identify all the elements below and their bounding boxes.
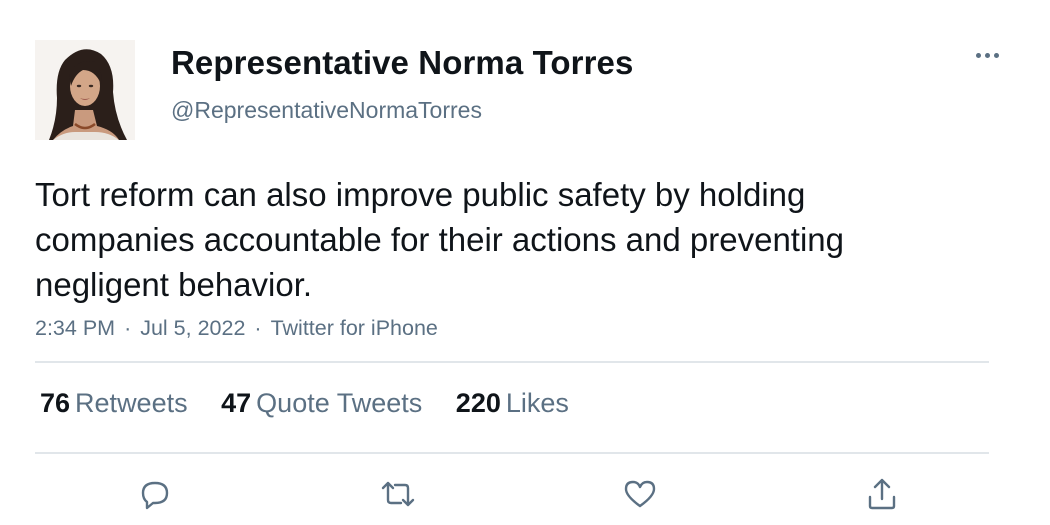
engagement-stats: 76 Retweets 47 Quote Tweets 220 Likes: [40, 388, 595, 419]
retweets-label: Retweets: [75, 388, 188, 418]
like-icon: [624, 480, 656, 508]
retweet-button[interactable]: [377, 473, 419, 515]
tweet-card: Representative Norma Torres @Representat…: [0, 0, 1050, 525]
likes-count: 220: [455, 388, 501, 418]
tweet-text: Tort reform can also improve public safe…: [35, 176, 844, 303]
retweets-count: 76: [40, 388, 71, 418]
quote-tweets-count: 47: [221, 388, 252, 418]
profile-photo-icon: [35, 40, 135, 140]
tweet-source[interactable]: Twitter for iPhone: [271, 316, 438, 341]
tweet-time[interactable]: 2:34 PM: [35, 316, 115, 341]
divider: [35, 361, 989, 363]
likes-stat[interactable]: 220 Likes: [456, 388, 569, 419]
quote-tweets-stat[interactable]: 47 Quote Tweets: [221, 388, 422, 419]
divider: [35, 452, 989, 454]
more-dot-icon: [994, 53, 999, 58]
more-dot-icon: [976, 53, 981, 58]
likes-label: Likes: [505, 388, 569, 418]
avatar[interactable]: [35, 40, 135, 140]
share-button[interactable]: [861, 473, 903, 515]
reply-button[interactable]: [134, 473, 176, 515]
more-options-button[interactable]: [968, 42, 1008, 70]
share-icon: [868, 478, 896, 510]
tweet-date[interactable]: Jul 5, 2022: [140, 316, 245, 341]
like-button[interactable]: [619, 473, 661, 515]
more-dot-icon: [985, 53, 990, 58]
retweets-stat[interactable]: 76 Retweets: [40, 388, 188, 419]
retweet-icon: [381, 481, 415, 507]
author-display-name[interactable]: Representative Norma Torres: [171, 44, 633, 82]
meta-separator: ·: [124, 316, 132, 340]
author-handle[interactable]: @RepresentativeNormaTorres: [171, 97, 482, 124]
quote-tweets-label: Quote Tweets: [256, 388, 423, 418]
reply-icon: [141, 481, 169, 510]
tweet-meta: 2:34 PM · Jul 5, 2022 · Twitter for iPho…: [35, 316, 438, 341]
meta-separator: ·: [254, 316, 262, 340]
